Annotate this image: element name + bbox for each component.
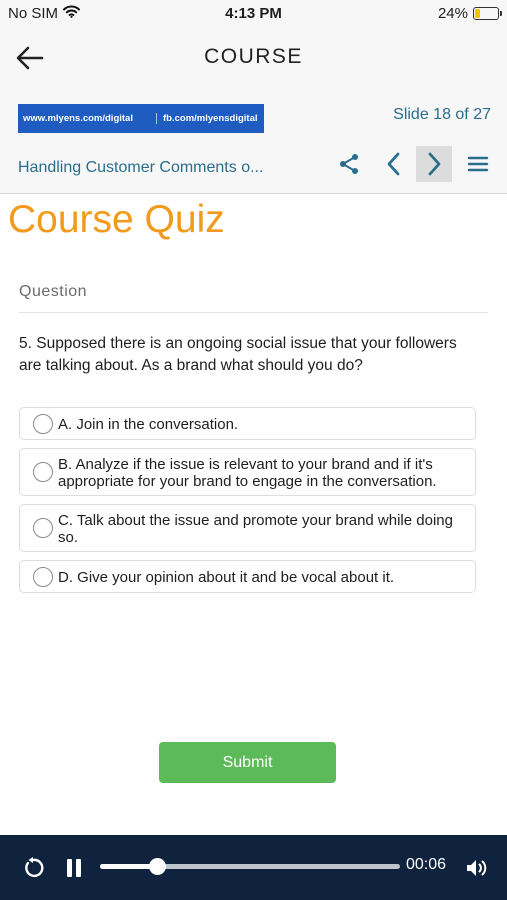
option-label: B. Analyze if the issue is relevant to y…	[58, 456, 437, 490]
menu-icon	[467, 156, 489, 172]
slide-counter: Slide 18 of 27	[393, 106, 491, 123]
course-toolbar: www.mlyens.com/digital fb.com/mlyensdigi…	[0, 88, 507, 194]
previous-slide-button[interactable]	[376, 146, 412, 182]
battery-nub	[500, 11, 502, 16]
option-label: A. Join in the conversation.	[58, 416, 239, 433]
volume-icon	[467, 860, 487, 876]
volume-button[interactable]	[464, 855, 490, 881]
course-banner: www.mlyens.com/digital fb.com/mlyensdigi…	[18, 104, 264, 133]
answer-option-b[interactable]: B. Analyze if the issue is relevant to y…	[19, 448, 476, 496]
question-label: Question	[19, 283, 88, 300]
quiz-title: Course Quiz	[8, 198, 225, 241]
lesson-title[interactable]: Handling Customer Comments o...	[18, 159, 263, 177]
replay-button[interactable]	[20, 855, 46, 881]
share-button[interactable]	[331, 146, 367, 182]
banner-facebook: fb.com/mlyensdigital	[156, 113, 264, 124]
replay-icon	[25, 857, 44, 878]
seek-handle[interactable]	[149, 858, 166, 875]
radio-button[interactable]	[33, 462, 53, 482]
question-text: 5. Supposed there is an ongoing social i…	[19, 335, 457, 374]
chevron-left-icon	[387, 152, 400, 176]
radio-button[interactable]	[33, 414, 53, 434]
radio-button[interactable]	[33, 518, 53, 538]
answer-option-d[interactable]: D. Give your opinion about it and be voc…	[19, 560, 476, 593]
elapsed-time: 00:06	[406, 856, 447, 873]
chevron-right-icon	[428, 152, 441, 176]
seek-bar[interactable]	[100, 858, 400, 875]
share-icon	[340, 154, 358, 174]
next-slide-button[interactable]	[416, 146, 452, 182]
answer-option-a[interactable]: A. Join in the conversation.	[19, 407, 476, 440]
option-label: C. Talk about the issue and promote your…	[58, 512, 453, 546]
menu-button[interactable]	[460, 146, 496, 182]
battery-status: 24%	[437, 5, 502, 22]
divider	[19, 312, 488, 313]
battery-percent: 24%	[437, 5, 468, 22]
battery-icon	[473, 7, 502, 20]
status-bar: No SIM 4:13 PM 24%	[0, 0, 507, 28]
option-label: D. Give your opinion about it and be voc…	[58, 569, 395, 586]
audio-player: 00:06	[0, 835, 507, 900]
answer-option-c[interactable]: C. Talk about the issue and promote your…	[19, 504, 476, 552]
battery-level-fill	[475, 9, 481, 18]
clock: 4:13 PM	[225, 5, 282, 22]
radio-button[interactable]	[33, 567, 53, 587]
app-header: COURSE	[0, 28, 507, 88]
pause-button[interactable]	[62, 855, 86, 881]
page-title: COURSE	[204, 45, 303, 68]
pause-icon	[67, 859, 81, 877]
submit-button[interactable]: Submit	[159, 742, 336, 783]
banner-website: www.mlyens.com/digital	[23, 113, 133, 124]
